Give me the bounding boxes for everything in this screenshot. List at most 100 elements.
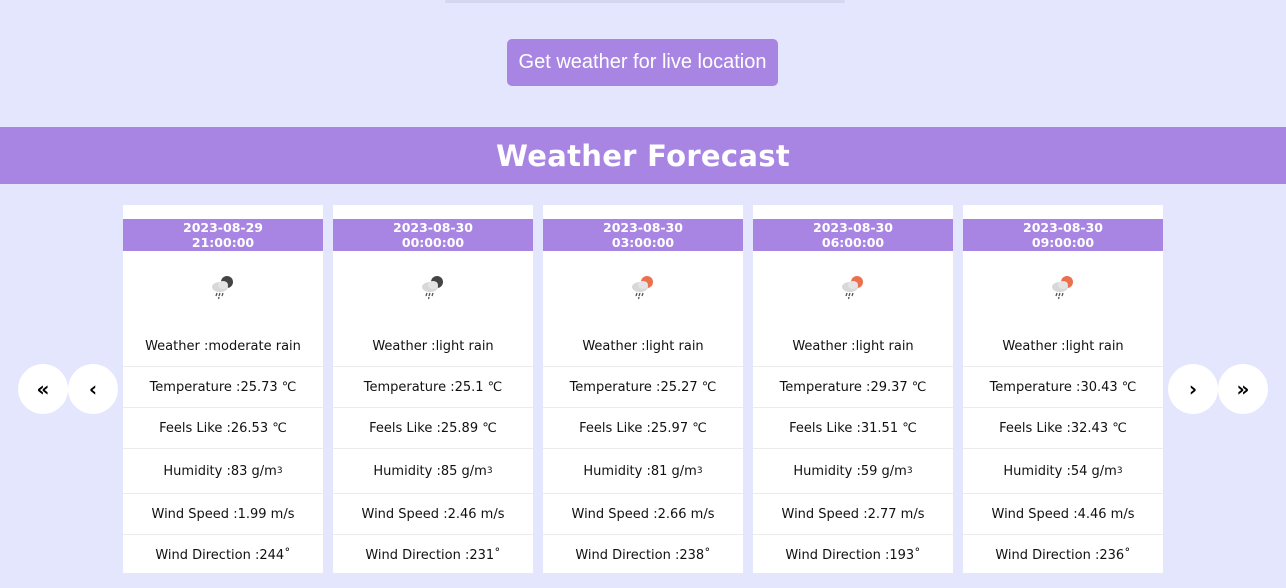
wind-direction-row: Wind Direction : 193˚ bbox=[753, 535, 953, 575]
forecast-card: 2023-08-30 09:00:00 Weather : light rain… bbox=[963, 205, 1163, 573]
temperature-row: Temperature : 25.73 ℃ bbox=[123, 367, 323, 408]
card-time: 06:00:00 bbox=[821, 235, 885, 250]
wind-speed-label: Wind Speed : bbox=[571, 506, 658, 522]
humidity-row: Humidity : 59 g/m 3 bbox=[753, 449, 953, 494]
weather-value: light rain bbox=[855, 338, 914, 354]
rain-cloud-night-icon bbox=[419, 274, 447, 304]
wind-direction-value: 231˚ bbox=[469, 547, 501, 563]
weather-row: Weather : moderate rain bbox=[123, 326, 323, 367]
next-page-button[interactable]: › bbox=[1168, 364, 1218, 414]
page-title: Weather Forecast bbox=[496, 138, 790, 173]
humidity-exponent: 3 bbox=[906, 466, 913, 476]
forecast-card: 2023-08-30 00:00:00 Weather : light rain… bbox=[333, 205, 533, 573]
prev-page-button[interactable]: ‹ bbox=[68, 364, 118, 414]
card-datetime: 2023-08-30 00:00:00 bbox=[333, 219, 533, 251]
rain-cloud-sun-icon bbox=[1049, 274, 1077, 304]
humidity-value: 83 g/m bbox=[230, 463, 277, 479]
feels-like-row: Feels Like : 26.53 ℃ bbox=[123, 408, 323, 449]
weather-label: Weather : bbox=[582, 338, 646, 354]
humidity-exponent: 3 bbox=[1116, 466, 1123, 476]
double-chevron-left-icon: « bbox=[36, 377, 50, 401]
card-date: 2023-08-30 bbox=[813, 220, 893, 235]
humidity-row: Humidity : 81 g/m 3 bbox=[543, 449, 743, 494]
wind-speed-label: Wind Speed : bbox=[151, 506, 238, 522]
wind-speed-row: Wind Speed : 2.66 m/s bbox=[543, 494, 743, 535]
card-time: 21:00:00 bbox=[191, 235, 255, 250]
card-date: 2023-08-29 bbox=[183, 220, 263, 235]
feels-like-row: Feels Like : 25.97 ℃ bbox=[543, 408, 743, 449]
wind-speed-row: Wind Speed : 2.46 m/s bbox=[333, 494, 533, 535]
humidity-label: Humidity : bbox=[373, 463, 441, 479]
humidity-exponent: 3 bbox=[276, 466, 283, 476]
temperature-label: Temperature : bbox=[989, 379, 1081, 395]
feels-like-label: Feels Like : bbox=[369, 420, 441, 436]
wind-speed-label: Wind Speed : bbox=[991, 506, 1078, 522]
wind-speed-value: 2.46 m/s bbox=[447, 506, 505, 522]
rain-cloud-sun-icon bbox=[629, 274, 657, 304]
feels-like-row: Feels Like : 32.43 ℃ bbox=[963, 408, 1163, 449]
temperature-row: Temperature : 25.27 ℃ bbox=[543, 367, 743, 408]
feels-like-row: Feels Like : 31.51 ℃ bbox=[753, 408, 953, 449]
wind-direction-value: 238˚ bbox=[679, 547, 711, 563]
humidity-label: Humidity : bbox=[583, 463, 651, 479]
forecast-card: 2023-08-30 06:00:00 Weather : light rain… bbox=[753, 205, 953, 573]
weather-value: light rain bbox=[1065, 338, 1124, 354]
double-chevron-right-icon: » bbox=[1236, 377, 1250, 401]
card-datetime: 2023-08-29 21:00:00 bbox=[123, 219, 323, 251]
feels-like-value: 31.51 ℃ bbox=[860, 420, 917, 436]
wind-speed-row: Wind Speed : 2.77 m/s bbox=[753, 494, 953, 535]
card-time: 03:00:00 bbox=[611, 235, 675, 250]
humidity-value: 59 g/m bbox=[860, 463, 907, 479]
wind-direction-label: Wind Direction : bbox=[785, 547, 890, 563]
wind-speed-value: 2.66 m/s bbox=[657, 506, 715, 522]
humidity-row: Humidity : 85 g/m 3 bbox=[333, 449, 533, 494]
forecast-card: 2023-08-29 21:00:00 Weather : moderate r… bbox=[123, 205, 323, 573]
weather-value: moderate rain bbox=[208, 338, 301, 354]
temperature-label: Temperature : bbox=[363, 379, 455, 395]
wind-speed-row: Wind Speed : 1.99 m/s bbox=[123, 494, 323, 535]
humidity-label: Humidity : bbox=[793, 463, 861, 479]
humidity-value: 54 g/m bbox=[1070, 463, 1117, 479]
wind-direction-label: Wind Direction : bbox=[155, 547, 260, 563]
card-datetime: 2023-08-30 06:00:00 bbox=[753, 219, 953, 251]
weather-row: Weather : light rain bbox=[543, 326, 743, 367]
weather-value: light rain bbox=[435, 338, 494, 354]
rain-cloud-sun-icon bbox=[839, 274, 867, 304]
rain-cloud-night-icon bbox=[209, 274, 237, 304]
humidity-label: Humidity : bbox=[1003, 463, 1071, 479]
weather-row: Weather : light rain bbox=[753, 326, 953, 367]
card-date: 2023-08-30 bbox=[603, 220, 683, 235]
feels-like-row: Feels Like : 25.89 ℃ bbox=[333, 408, 533, 449]
feels-like-value: 26.53 ℃ bbox=[230, 420, 287, 436]
humidity-exponent: 3 bbox=[696, 466, 703, 476]
wind-direction-label: Wind Direction : bbox=[995, 547, 1100, 563]
temperature-label: Temperature : bbox=[569, 379, 661, 395]
wind-direction-value: 193˚ bbox=[889, 547, 921, 563]
card-date: 2023-08-30 bbox=[393, 220, 473, 235]
wind-direction-value: 244˚ bbox=[259, 547, 291, 563]
wind-direction-label: Wind Direction : bbox=[575, 547, 680, 563]
humidity-row: Humidity : 54 g/m 3 bbox=[963, 449, 1163, 494]
wind-direction-row: Wind Direction : 231˚ bbox=[333, 535, 533, 575]
feels-like-value: 32.43 ℃ bbox=[1070, 420, 1127, 436]
feels-like-label: Feels Like : bbox=[999, 420, 1071, 436]
temperature-row: Temperature : 29.37 ℃ bbox=[753, 367, 953, 408]
wind-speed-value: 2.77 m/s bbox=[867, 506, 925, 522]
chevron-left-icon: ‹ bbox=[88, 377, 98, 401]
wind-direction-label: Wind Direction : bbox=[365, 547, 470, 563]
temperature-value: 30.43 ℃ bbox=[1080, 379, 1137, 395]
temperature-label: Temperature : bbox=[779, 379, 871, 395]
temperature-label: Temperature : bbox=[149, 379, 241, 395]
live-location-button[interactable]: Get weather for live location bbox=[507, 39, 778, 86]
first-page-button[interactable]: « bbox=[18, 364, 68, 414]
last-page-button[interactable]: » bbox=[1218, 364, 1268, 414]
card-time: 09:00:00 bbox=[1031, 235, 1095, 250]
temperature-value: 25.27 ℃ bbox=[660, 379, 717, 395]
weather-label: Weather : bbox=[792, 338, 856, 354]
wind-speed-value: 4.46 m/s bbox=[1077, 506, 1135, 522]
wind-speed-value: 1.99 m/s bbox=[237, 506, 295, 522]
weather-label: Weather : bbox=[1002, 338, 1066, 354]
humidity-exponent: 3 bbox=[486, 466, 493, 476]
top-divider bbox=[445, 0, 845, 3]
temperature-row: Temperature : 25.1 ℃ bbox=[333, 367, 533, 408]
